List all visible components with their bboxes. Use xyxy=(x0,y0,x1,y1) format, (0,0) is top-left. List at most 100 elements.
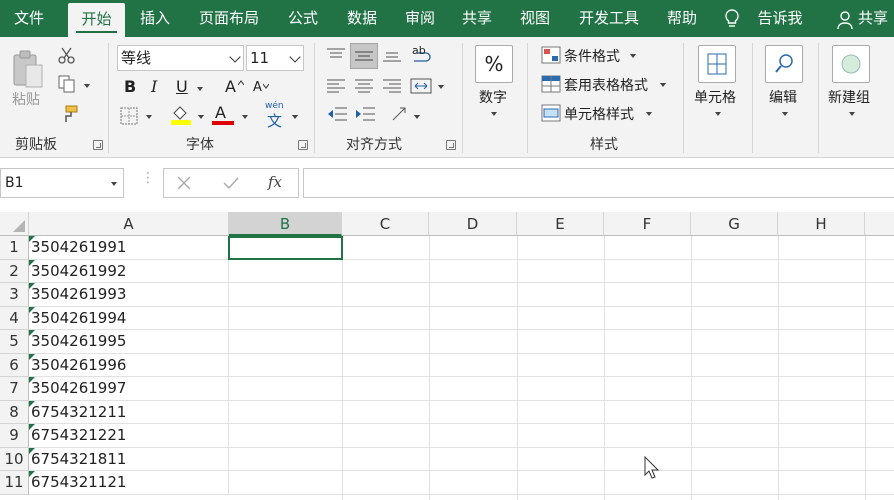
format-table-icon[interactable] xyxy=(541,75,561,96)
number-format-label[interactable]: 数字 xyxy=(479,87,507,107)
decrease-indent-icon[interactable] xyxy=(326,105,348,126)
alignment-launcher[interactable] xyxy=(446,140,456,150)
column-header-d[interactable]: D xyxy=(429,212,517,236)
share-button[interactable]: 共享 xyxy=(858,0,894,37)
format-table-dropdown[interactable] xyxy=(660,83,666,87)
clipboard-launcher[interactable] xyxy=(93,140,103,150)
cell-a[interactable]: 3504261991 xyxy=(29,236,229,260)
worksheet-grid[interactable]: A B C D E F G H 1 3504261991 2 3504261992 3 3… xyxy=(0,212,894,500)
row-header[interactable]: 4 xyxy=(0,306,29,330)
tab-review[interactable]: 审阅 xyxy=(395,0,445,37)
tab-view[interactable]: 视图 xyxy=(510,0,560,37)
cell-styles-button[interactable]: 单元格样式 xyxy=(564,104,634,124)
fill-color-dropdown[interactable] xyxy=(198,115,204,119)
fill-color-icon[interactable] xyxy=(170,105,192,128)
cell-a[interactable]: 6754321121 xyxy=(29,471,229,495)
orientation-dropdown[interactable] xyxy=(414,115,420,119)
row-header[interactable]: 5 xyxy=(0,330,29,354)
row-header[interactable]: 2 xyxy=(0,259,29,283)
font-launcher[interactable] xyxy=(298,140,308,150)
font-size-combo[interactable]: 11 xyxy=(246,45,304,71)
active-cell-b1[interactable] xyxy=(228,236,343,260)
column-header-e[interactable]: E xyxy=(517,212,604,236)
row-header[interactable]: 9 xyxy=(0,424,29,448)
orientation-icon[interactable] xyxy=(390,105,410,126)
row-header[interactable]: 1 xyxy=(0,236,29,260)
border-icon[interactable] xyxy=(120,107,138,128)
select-all-button[interactable] xyxy=(0,212,29,236)
cell-a[interactable]: 3504261995 xyxy=(29,330,229,354)
tell-me-search[interactable]: 告诉我 xyxy=(752,0,808,37)
tab-share[interactable]: 共享 xyxy=(452,0,502,37)
column-header-f[interactable]: F xyxy=(604,212,691,236)
phonetic-guide-button[interactable]: 文 xyxy=(267,110,282,131)
editing-dropdown[interactable] xyxy=(782,112,788,116)
border-dropdown[interactable] xyxy=(146,115,152,119)
cut-icon[interactable] xyxy=(58,47,76,68)
align-right-icon[interactable] xyxy=(382,77,402,98)
tab-home[interactable]: 开始 xyxy=(68,3,125,37)
cell-a[interactable]: 3504261993 xyxy=(29,283,229,307)
row-header[interactable]: 10 xyxy=(0,447,29,471)
cell-a[interactable]: 3504261992 xyxy=(29,259,229,283)
row-header[interactable]: 3 xyxy=(0,283,29,307)
tab-help[interactable]: 帮助 xyxy=(658,0,706,37)
align-center-icon[interactable] xyxy=(354,77,374,98)
cell-styles-dropdown[interactable] xyxy=(646,112,652,116)
cell-a[interactable]: 3504261997 xyxy=(29,377,229,401)
font-color-dropdown[interactable] xyxy=(242,115,248,119)
tab-file[interactable]: 文件 xyxy=(0,0,58,37)
cells-icon[interactable] xyxy=(698,45,736,83)
column-header-b[interactable]: B xyxy=(229,212,342,236)
copy-dropdown[interactable] xyxy=(84,84,90,88)
cell-a[interactable]: 6754321211 xyxy=(29,400,229,424)
formula-input[interactable] xyxy=(303,168,894,198)
column-header-c[interactable]: C xyxy=(342,212,429,236)
row-header[interactable]: 11 xyxy=(0,471,29,495)
cells-label[interactable]: 单元格 xyxy=(694,87,736,107)
cell-a[interactable]: 6754321221 xyxy=(29,424,229,448)
font-color-button[interactable]: A xyxy=(215,103,226,122)
grow-font-button[interactable]: A xyxy=(225,77,236,96)
shrink-font-button[interactable]: A xyxy=(253,80,262,95)
underline-button[interactable]: U xyxy=(176,77,188,96)
italic-button[interactable]: I xyxy=(151,77,157,96)
more-icon[interactable]: ⋮ xyxy=(141,171,155,185)
tab-formulas[interactable]: 公式 xyxy=(279,0,327,37)
underline-dropdown[interactable] xyxy=(197,87,203,91)
cancel-icon[interactable] xyxy=(176,175,192,194)
column-header-h[interactable]: H xyxy=(778,212,865,236)
tab-developer[interactable]: 开发工具 xyxy=(568,0,650,37)
conditional-dropdown[interactable] xyxy=(630,54,636,58)
conditional-format-button[interactable]: 条件格式 xyxy=(564,46,620,66)
align-middle-icon[interactable] xyxy=(350,43,378,69)
column-header-g[interactable]: G xyxy=(691,212,778,236)
new-group-dropdown[interactable] xyxy=(849,112,855,116)
check-icon[interactable] xyxy=(222,175,240,194)
increase-indent-icon[interactable] xyxy=(354,105,376,126)
person-icon[interactable] xyxy=(836,10,854,33)
cell-a[interactable]: 3504261994 xyxy=(29,306,229,330)
merge-center-icon[interactable] xyxy=(410,77,432,98)
cell-styles-icon[interactable] xyxy=(541,104,561,125)
cells-dropdown[interactable] xyxy=(715,112,721,116)
paste-icon[interactable] xyxy=(12,49,46,92)
column-header-a[interactable]: A xyxy=(29,212,229,236)
editing-label[interactable]: 编辑 xyxy=(769,87,797,107)
font-name-combo[interactable]: 等线 xyxy=(117,45,244,71)
align-bottom-icon[interactable] xyxy=(382,47,402,66)
tab-data[interactable]: 数据 xyxy=(336,0,388,37)
tab-page-layout[interactable]: 页面布局 xyxy=(188,0,270,37)
lightbulb-icon[interactable] xyxy=(722,8,742,33)
align-left-icon[interactable] xyxy=(326,77,346,98)
conditional-format-icon[interactable] xyxy=(541,46,561,67)
row-header[interactable]: 8 xyxy=(0,400,29,424)
align-top-icon[interactable] xyxy=(326,47,346,66)
name-box[interactable]: B1 xyxy=(0,168,124,198)
row-header[interactable]: 7 xyxy=(0,377,29,401)
bold-button[interactable]: B xyxy=(124,77,136,96)
phonetic-dropdown[interactable] xyxy=(292,115,298,119)
merge-dropdown[interactable] xyxy=(438,85,444,89)
cell-a[interactable]: 3504261996 xyxy=(29,353,229,377)
new-group-label[interactable]: 新建组 xyxy=(828,87,870,107)
